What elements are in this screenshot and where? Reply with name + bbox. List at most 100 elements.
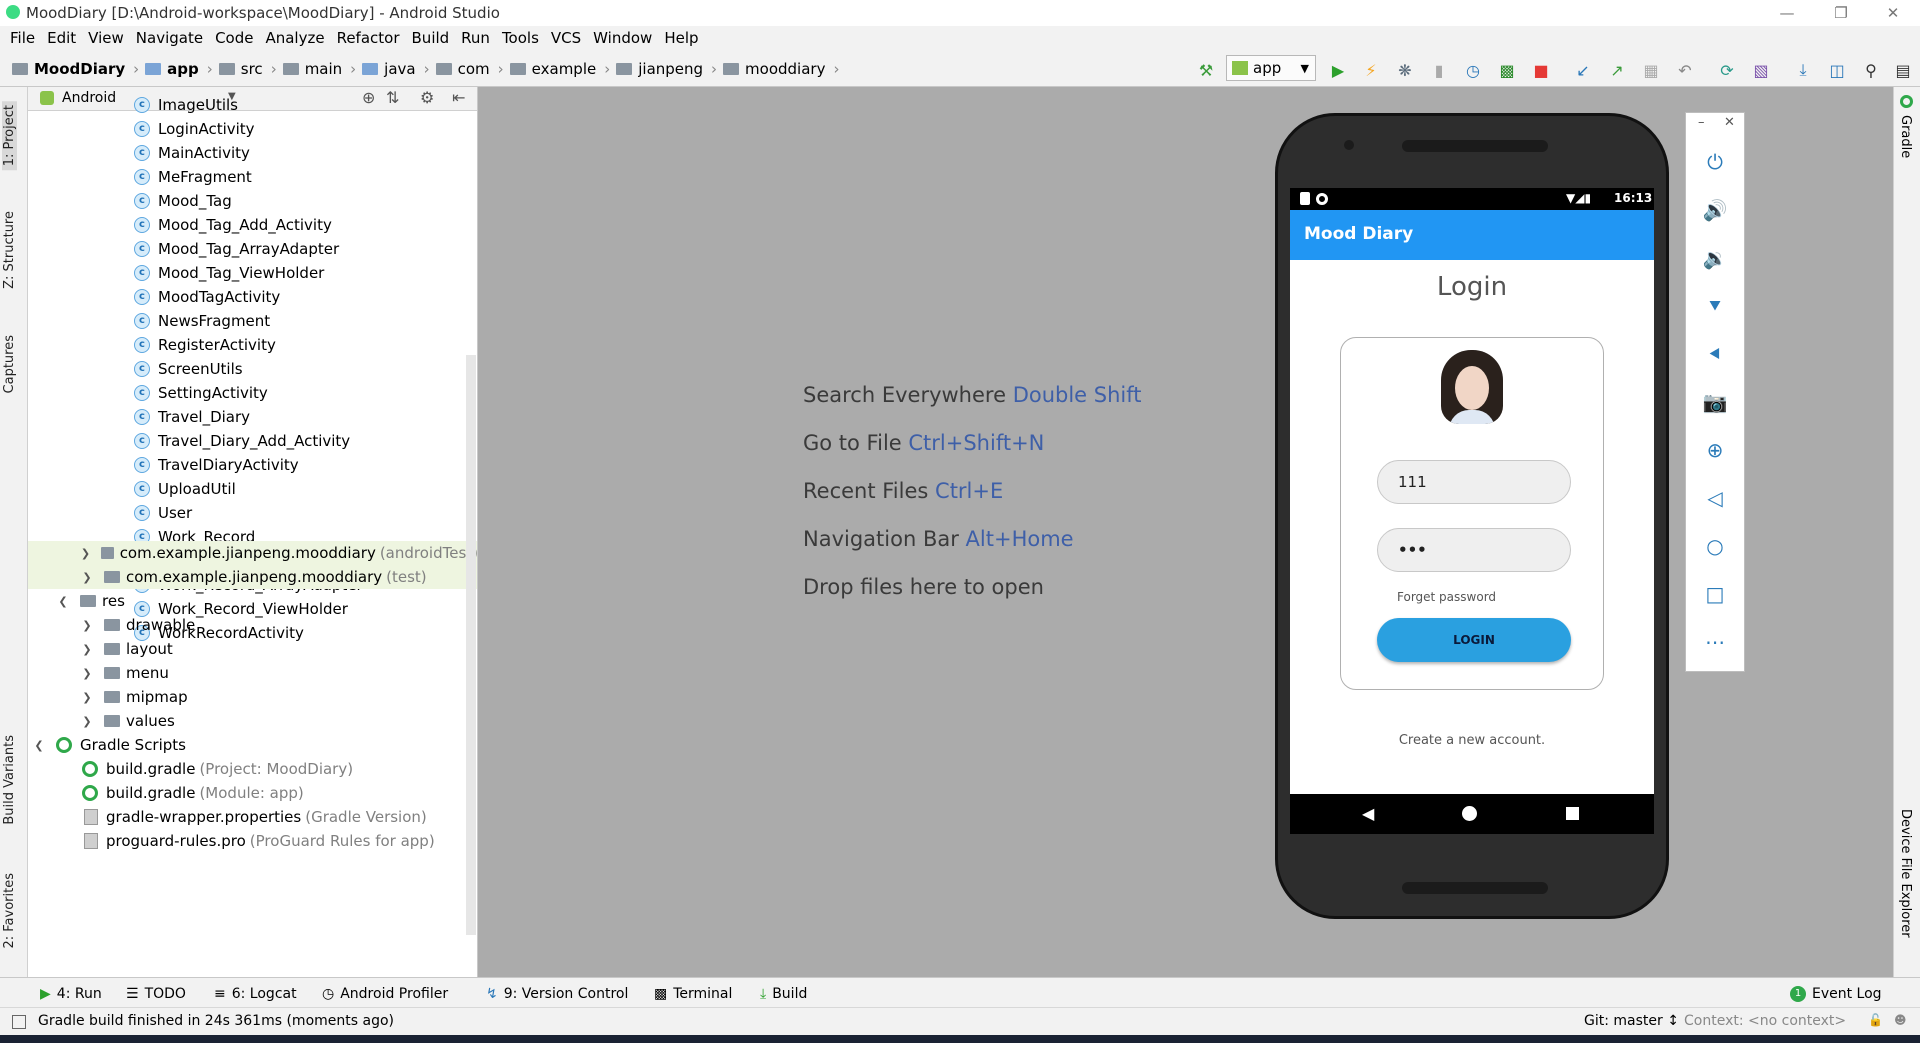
tree-row-gradle-scripts[interactable]: ❮ Gradle Scripts: [28, 733, 186, 757]
tree-row-class[interactable]: c MeFragment: [28, 165, 252, 189]
tree-row-class[interactable]: c ImageUtils: [28, 93, 238, 117]
tree-row-class[interactable]: c Mood_Tag_ArrayAdapter: [28, 237, 339, 261]
login-button[interactable]: LOGIN: [1377, 618, 1571, 662]
overview-icon[interactable]: [1566, 807, 1579, 820]
menu-refactor[interactable]: Refactor: [331, 26, 406, 51]
tree-row-class[interactable]: c SettingActivity: [28, 381, 268, 405]
tree-row-class[interactable]: c Travel_Diary: [28, 405, 250, 429]
breadcrumb-jianpeng[interactable]: jianpeng: [638, 60, 703, 78]
breadcrumb-mooddiary-package[interactable]: mooddiary: [745, 60, 825, 78]
breadcrumb-src[interactable]: src: [241, 60, 263, 78]
minimize-icon[interactable]: –: [1698, 115, 1705, 130]
rotate-right-icon[interactable]: ⯇: [1700, 339, 1730, 369]
home-icon[interactable]: [1462, 806, 1477, 821]
vcs-commit-icon[interactable]: ↗: [1606, 59, 1628, 81]
terminal-tool-tab[interactable]: ▩ Terminal: [654, 986, 732, 1002]
chevron-down-icon[interactable]: ❮: [56, 595, 70, 608]
debug-icon[interactable]: ❋: [1394, 59, 1416, 81]
power-icon[interactable]: ⏻: [1700, 147, 1730, 177]
favorites-tool-tab[interactable]: 2: Favorites: [2, 873, 17, 949]
menu-file[interactable]: File: [4, 26, 41, 51]
run-icon[interactable]: ▶: [1327, 59, 1349, 81]
tree-row-package-test[interactable]: ❯ com.example.jianpeng.mooddiary (test): [28, 565, 477, 589]
overview-icon[interactable]: □: [1700, 579, 1730, 609]
home-icon[interactable]: ○: [1700, 531, 1730, 561]
device-file-explorer-tab[interactable]: Device File Explorer: [1898, 809, 1913, 938]
tree-row-mipmap[interactable]: ❯ mipmap: [28, 685, 187, 709]
menu-view[interactable]: View: [82, 26, 130, 51]
tree-row-class[interactable]: c Mood_Tag: [28, 189, 232, 213]
inspector-icon[interactable]: ☻: [1894, 1013, 1907, 1027]
search-icon[interactable]: ⚲: [1860, 59, 1882, 81]
apply-changes-icon[interactable]: ⚡: [1360, 59, 1382, 81]
tree-row-class[interactable]: c User: [28, 501, 192, 525]
chevron-right-icon[interactable]: ❯: [80, 691, 94, 704]
forget-password-link[interactable]: Forget password: [1397, 590, 1496, 604]
tree-row-package-androidtest[interactable]: ❯ com.example.jianpeng.mooddiary (androi…: [28, 541, 477, 565]
username-field[interactable]: 111: [1377, 460, 1571, 504]
chevron-right-icon[interactable]: ❯: [80, 643, 94, 656]
tree-row-class[interactable]: c MainActivity: [28, 141, 250, 165]
event-log-tab[interactable]: 1 Event Log: [1790, 986, 1882, 1002]
hide-panel-icon[interactable]: ⇤: [452, 88, 465, 107]
menu-window[interactable]: Window: [587, 26, 658, 51]
tree-row-class[interactable]: c UploadUtil: [28, 477, 236, 501]
run-tool-tab[interactable]: ▶ 4: Run: [40, 986, 102, 1002]
back-icon[interactable]: ◁: [1700, 483, 1730, 513]
revert-icon[interactable]: ↶: [1674, 59, 1696, 81]
create-account-link[interactable]: Create a new account.: [1290, 733, 1654, 748]
breadcrumb-app[interactable]: app: [167, 60, 199, 78]
avd-manager-icon[interactable]: ▧: [1750, 59, 1772, 81]
menu-build[interactable]: Build: [406, 26, 456, 51]
attach-debugger-icon[interactable]: ▩: [1496, 59, 1518, 81]
tree-row-values[interactable]: ❯ values: [28, 709, 174, 733]
tree-row-class[interactable]: c ScreenUtils: [28, 357, 243, 381]
collapse-all-icon[interactable]: ⇅: [386, 88, 399, 107]
tree-row-class[interactable]: c MoodTagActivity: [28, 285, 280, 309]
menu-edit[interactable]: Edit: [41, 26, 82, 51]
menu-analyze[interactable]: Analyze: [259, 26, 330, 51]
tree-row-build-gradle-project[interactable]: build.gradle (Project: MoodDiary): [28, 757, 353, 781]
project-structure-icon[interactable]: ◫: [1826, 59, 1848, 81]
chevron-right-icon[interactable]: ❯: [80, 619, 94, 632]
chevron-right-icon[interactable]: ❯: [80, 571, 94, 584]
breadcrumb-example[interactable]: example: [532, 60, 597, 78]
git-branch-widget[interactable]: Git: master ↕: [1584, 1013, 1679, 1029]
menu-navigate[interactable]: Navigate: [130, 26, 209, 51]
breadcrumb-main[interactable]: main: [305, 60, 342, 78]
profile-icon[interactable]: ◷: [1462, 59, 1484, 81]
chevron-right-icon[interactable]: ❯: [80, 547, 91, 560]
gradle-tool-tab[interactable]: Gradle: [1898, 115, 1913, 158]
version-control-tool-tab[interactable]: ↯ 9: Version Control: [486, 986, 628, 1002]
coverage-icon[interactable]: ▮: [1428, 59, 1450, 81]
menu-help[interactable]: Help: [658, 26, 704, 51]
rotate-left-icon[interactable]: ⯆: [1700, 291, 1730, 321]
breadcrumb-com[interactable]: com: [458, 60, 490, 78]
back-icon[interactable]: ◀: [1362, 804, 1374, 823]
layout-inspector-icon[interactable]: ▤: [1892, 59, 1914, 81]
tree-row-class[interactable]: c NewsFragment: [28, 309, 270, 333]
context-widget[interactable]: Context: <no context>: [1684, 1013, 1846, 1029]
restore-icon[interactable]: ❐: [1818, 2, 1864, 24]
menu-code[interactable]: Code: [209, 26, 259, 51]
stop-icon[interactable]: ■: [1530, 59, 1552, 81]
vcs-update-icon[interactable]: ↙: [1572, 59, 1594, 81]
more-icon[interactable]: ⋯: [1700, 627, 1730, 657]
emulator-screen[interactable]: ▼◢▮ 16:13 Mood Diary Login 111 ••• Forge…: [1290, 188, 1654, 834]
todo-tool-tab[interactable]: ☰ TODO: [126, 986, 186, 1002]
status-message[interactable]: Gradle build finished in 24s 361ms (mome…: [38, 1013, 394, 1029]
sdk-manager-icon[interactable]: ⤓: [1792, 59, 1814, 81]
breadcrumb-mooddiary[interactable]: MoodDiary: [34, 60, 125, 78]
breadcrumb-java[interactable]: java: [384, 60, 415, 78]
tree-row-drawable[interactable]: ❯ drawable: [28, 613, 195, 637]
minimize-icon[interactable]: —: [1764, 2, 1810, 24]
run-config-select[interactable]: app ▼: [1226, 55, 1316, 81]
tree-row-class[interactable]: c Travel_Diary_Add_Activity: [28, 429, 350, 453]
volume-up-icon[interactable]: 🔊: [1700, 195, 1730, 225]
menu-tools[interactable]: Tools: [496, 26, 545, 51]
sync-gradle-icon[interactable]: ⟳: [1716, 59, 1738, 81]
tree-row-gradle-wrapper[interactable]: gradle-wrapper.properties (Gradle Versio…: [28, 805, 427, 829]
tree-row-class[interactable]: c TravelDiaryActivity: [28, 453, 299, 477]
password-field[interactable]: •••: [1377, 528, 1571, 572]
tree-row-res[interactable]: ❮ res: [28, 589, 125, 613]
